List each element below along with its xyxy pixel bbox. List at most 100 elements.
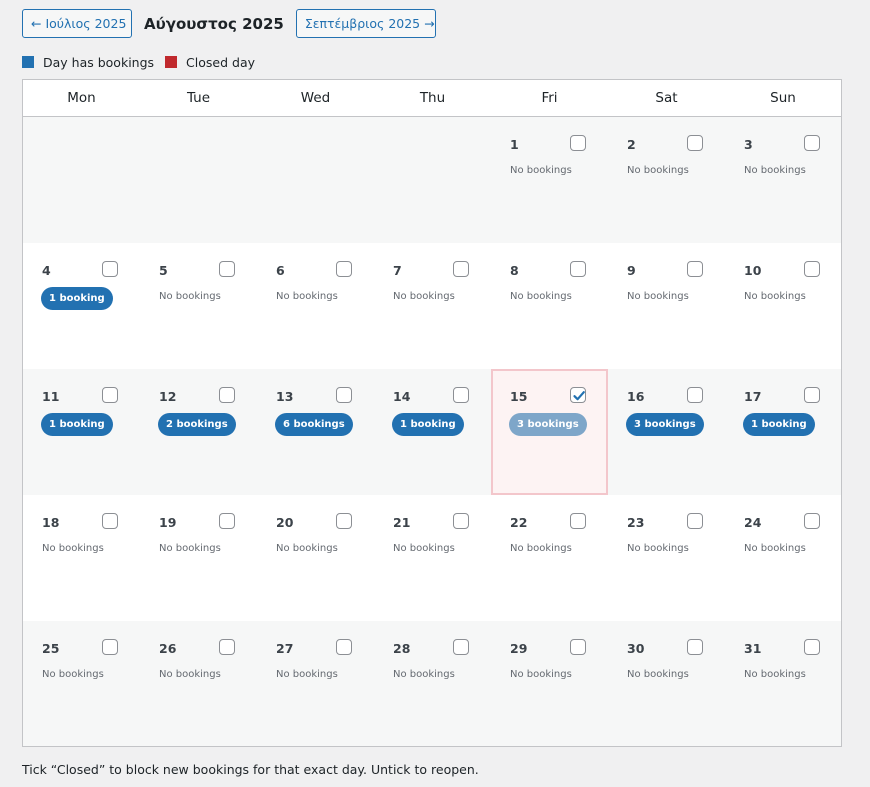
day-number: 20 xyxy=(276,515,294,530)
day-number: 26 xyxy=(159,641,177,656)
day-cell: 14 1 booking xyxy=(374,369,491,495)
day-number: 22 xyxy=(510,515,528,530)
day-number: 30 xyxy=(627,641,645,656)
day-cell: 18 No bookings xyxy=(23,495,140,621)
day-number: 13 xyxy=(276,389,294,404)
closed-day-checkbox[interactable] xyxy=(687,135,703,151)
day-cell: 9 No bookings xyxy=(608,243,725,369)
weekday-thu: Thu xyxy=(419,90,446,106)
closed-day-checkbox[interactable] xyxy=(219,513,235,529)
legend: Day has bookings Closed day xyxy=(22,54,266,70)
checkmark-icon xyxy=(573,391,585,401)
closed-day-checkbox[interactable] xyxy=(570,513,586,529)
closed-day-checkbox[interactable] xyxy=(570,639,586,655)
day-cell: 19 No bookings xyxy=(140,495,257,621)
day-number: 29 xyxy=(510,641,528,656)
bookings-badge[interactable]: 6 bookings xyxy=(275,413,353,436)
day-cell: 24 No bookings xyxy=(725,495,841,621)
day-cell: 6 No bookings xyxy=(257,243,374,369)
next-month-button[interactable]: Σεπτέμβριος 2025 → xyxy=(295,9,436,38)
previous-month-button[interactable]: ← Ιούλιος 2025 xyxy=(22,9,132,38)
closed-day-checkbox[interactable] xyxy=(219,261,235,277)
calendar-week: 11 1 booking 12 2 bookings 13 6 bookings 14 1 b… xyxy=(23,369,841,495)
closed-day-checkbox[interactable] xyxy=(804,639,820,655)
day-number: 19 xyxy=(159,515,177,530)
bookings-badge[interactable]: 3 bookings xyxy=(626,413,704,436)
bookings-badge[interactable]: 1 booking xyxy=(41,287,113,310)
day-cell: 10 No bookings xyxy=(725,243,841,369)
day-cell: 28 No bookings xyxy=(374,621,491,746)
closed-day-checkbox[interactable] xyxy=(804,513,820,529)
day-cell: 2 No bookings xyxy=(608,117,725,243)
closed-day-checkbox[interactable] xyxy=(687,513,703,529)
day-cell: 30 No bookings xyxy=(608,621,725,746)
closed-day-checkbox[interactable] xyxy=(804,387,820,403)
no-bookings-text: No bookings xyxy=(276,291,338,302)
day-cell: 5 No bookings xyxy=(140,243,257,369)
no-bookings-text: No bookings xyxy=(510,291,572,302)
day-number: 7 xyxy=(393,263,402,278)
bookings-badge[interactable]: 1 booking xyxy=(743,413,815,436)
day-number: 31 xyxy=(744,641,762,656)
closed-day-checkbox[interactable] xyxy=(336,387,352,403)
no-bookings-text: No bookings xyxy=(276,543,338,554)
closed-day-checkbox[interactable] xyxy=(453,513,469,529)
day-number: 10 xyxy=(744,263,762,278)
legend-bookings-label: Day has bookings xyxy=(43,54,155,70)
closed-day-checkbox[interactable] xyxy=(804,135,820,151)
calendar-week: 1 No bookings 2 No bookings 3 No bookings xyxy=(23,117,841,243)
closed-day-checkbox[interactable] xyxy=(804,261,820,277)
calendar-grid: Mon Tue Wed Thu Fri Sat Sun 1 No bookings… xyxy=(22,79,842,747)
no-bookings-text: No bookings xyxy=(393,669,455,680)
closed-day-checkbox[interactable] xyxy=(453,387,469,403)
bookings-badge[interactable]: 1 booking xyxy=(392,413,464,436)
closed-day-checkbox[interactable] xyxy=(570,387,586,403)
day-number: 28 xyxy=(393,641,411,656)
legend-item-closed: Closed day xyxy=(165,55,255,70)
legend-closed-label: Closed day xyxy=(186,54,255,70)
no-bookings-text: No bookings xyxy=(159,543,221,554)
empty-day-cell xyxy=(23,117,140,243)
weekday-sat: Sat xyxy=(655,90,678,106)
day-number: 9 xyxy=(627,263,636,278)
day-cell: 1 No bookings xyxy=(491,117,608,243)
day-cell: 13 6 bookings xyxy=(257,369,374,495)
day-cell: 29 No bookings xyxy=(491,621,608,746)
no-bookings-text: No bookings xyxy=(627,291,689,302)
calendar-week: 4 1 booking 5 No bookings 6 No bookings 7 No bo… xyxy=(23,243,841,369)
day-cell: 3 No bookings xyxy=(725,117,841,243)
closed-day-checkbox[interactable] xyxy=(336,513,352,529)
bookings-swatch xyxy=(22,56,34,68)
bookings-badge[interactable]: 1 booking xyxy=(41,413,113,436)
day-number: 14 xyxy=(393,389,411,404)
closed-day-checkbox[interactable] xyxy=(219,387,235,403)
closed-day-checkbox[interactable] xyxy=(102,639,118,655)
no-bookings-text: No bookings xyxy=(744,669,806,680)
closed-day-checkbox[interactable] xyxy=(453,639,469,655)
closed-day-checkbox[interactable] xyxy=(570,135,586,151)
closed-day-checkbox[interactable] xyxy=(219,639,235,655)
closed-day-checkbox[interactable] xyxy=(336,639,352,655)
closed-day-checkbox[interactable] xyxy=(687,261,703,277)
no-bookings-text: No bookings xyxy=(744,543,806,554)
weekday-fri: Fri xyxy=(541,90,558,106)
no-bookings-text: No bookings xyxy=(744,291,806,302)
day-cell: 8 No bookings xyxy=(491,243,608,369)
closed-day-checkbox[interactable] xyxy=(453,261,469,277)
closed-day-checkbox[interactable] xyxy=(687,387,703,403)
bookings-badge[interactable]: 2 bookings xyxy=(158,413,236,436)
calendar-week: 18 No bookings 19 No bookings 20 No bookings 2… xyxy=(23,495,841,621)
bookings-badge[interactable]: 3 bookings xyxy=(509,413,587,436)
day-number: 25 xyxy=(42,641,60,656)
closed-day-checkbox[interactable] xyxy=(336,261,352,277)
closed-day-checkbox[interactable] xyxy=(102,387,118,403)
closed-day-checkbox[interactable] xyxy=(687,639,703,655)
day-number: 2 xyxy=(627,137,636,152)
closed-day-checkbox[interactable] xyxy=(102,513,118,529)
day-number: 3 xyxy=(744,137,753,152)
day-number: 4 xyxy=(42,263,51,278)
empty-day-cell xyxy=(140,117,257,243)
closed-day-checkbox[interactable] xyxy=(570,261,586,277)
empty-day-cell xyxy=(257,117,374,243)
closed-day-checkbox[interactable] xyxy=(102,261,118,277)
